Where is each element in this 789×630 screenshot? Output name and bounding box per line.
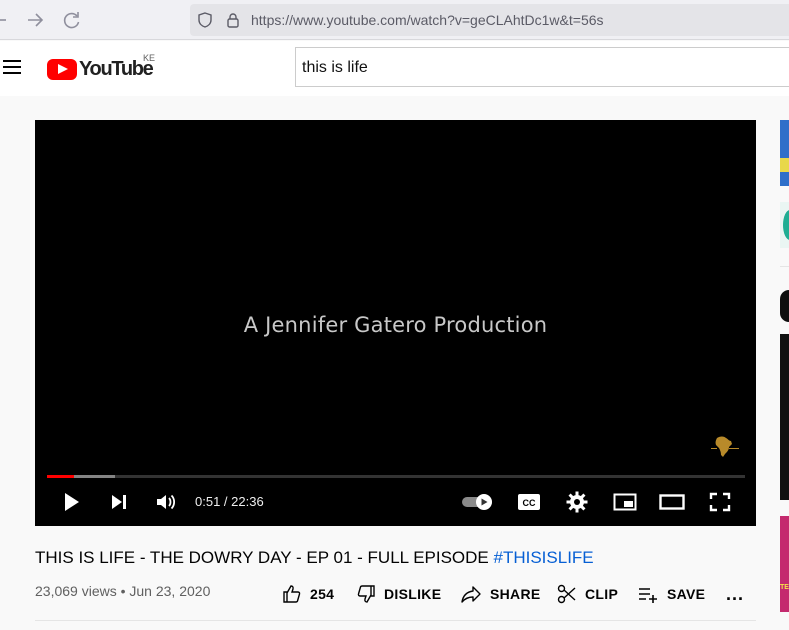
clip-label: CLIP xyxy=(585,586,619,602)
share-icon xyxy=(461,586,481,603)
hashtag-link[interactable]: #THISISLIFE xyxy=(494,548,594,567)
share-button[interactable]: SHARE xyxy=(460,582,541,606)
fullscreen-icon xyxy=(709,492,731,512)
reload-icon[interactable] xyxy=(60,8,84,32)
related-video-thumbnail[interactable] xyxy=(780,120,789,186)
played-bar xyxy=(47,475,74,478)
related-video-thumbnail[interactable]: TE xyxy=(780,516,789,612)
youtube-masthead: YouTube KE this is life xyxy=(0,41,789,96)
related-video-thumbnail[interactable] xyxy=(780,202,789,248)
video-player[interactable]: A Jennifer Gatero Production 0:51 / 22:3… xyxy=(35,120,756,526)
skip-next-icon xyxy=(112,495,126,509)
more-actions-button[interactable]: ... xyxy=(726,584,744,605)
forward-arrow-icon[interactable] xyxy=(24,8,48,32)
theater-mode-icon xyxy=(659,494,685,510)
gear-icon xyxy=(566,491,588,513)
thumbnail-text: TE xyxy=(780,584,789,591)
dislike-button[interactable]: DISLIKE xyxy=(356,582,441,606)
logo-wordmark: YouTube xyxy=(79,57,154,80)
playlist-add-icon xyxy=(639,588,657,603)
save-button[interactable]: SAVE xyxy=(637,582,705,606)
time-display: 0:51 / 22:36 xyxy=(195,494,264,509)
thumbs-down-icon xyxy=(357,585,375,603)
search-value[interactable]: this is life xyxy=(302,59,368,77)
cc-icon: CC xyxy=(518,494,540,510)
menu-icon[interactable] xyxy=(3,60,21,74)
lock-icon[interactable] xyxy=(225,12,241,33)
shield-icon[interactable] xyxy=(197,12,213,33)
svg-text:CC: CC xyxy=(523,498,536,508)
video-title: THIS IS LIFE - THE DOWRY DAY - EP 01 - F… xyxy=(35,548,594,568)
filter-chip[interactable] xyxy=(780,290,789,322)
play-icon xyxy=(65,493,79,511)
next-button[interactable] xyxy=(105,488,133,516)
progress-bar[interactable] xyxy=(47,475,745,478)
save-label: SAVE xyxy=(667,586,706,602)
sidebar-divider xyxy=(780,266,789,267)
address-bar[interactable]: https://www.youtube.com/watch?v=geCLAhtD… xyxy=(190,4,789,36)
volume-icon xyxy=(157,494,176,510)
related-video-thumbnail[interactable] xyxy=(780,334,789,500)
scissors-icon xyxy=(557,584,576,604)
miniplayer-button[interactable] xyxy=(609,488,641,516)
volume-button[interactable] xyxy=(151,488,181,516)
video-caption-text: A Jennifer Gatero Production xyxy=(243,313,548,337)
divider xyxy=(35,620,756,621)
fullscreen-button[interactable] xyxy=(705,488,735,516)
autoplay-toggle[interactable] xyxy=(458,488,498,516)
video-meta: 23,069 views • Jun 23, 2020 xyxy=(35,583,211,599)
youtube-logo[interactable]: YouTube KE xyxy=(47,53,155,81)
youtube-play-logo-icon xyxy=(47,58,77,80)
clip-button[interactable]: CLIP xyxy=(557,582,618,606)
like-count: 254 xyxy=(310,586,335,602)
miniplayer-icon xyxy=(613,493,637,511)
captions-button[interactable]: CC xyxy=(513,488,545,516)
channel-watermark-africa-icon[interactable] xyxy=(707,432,743,460)
dislike-label: DISLIKE xyxy=(384,586,442,602)
back-arrow-icon[interactable] xyxy=(0,8,16,32)
autoplay-toggle-icon xyxy=(462,494,492,510)
country-code: KE xyxy=(143,53,156,63)
like-button[interactable]: 254 xyxy=(282,582,334,606)
settings-button[interactable] xyxy=(563,488,591,516)
play-button[interactable] xyxy=(57,488,85,516)
thumbs-up-icon xyxy=(283,585,301,603)
search-input[interactable]: this is life xyxy=(295,47,789,87)
theater-mode-button[interactable] xyxy=(655,488,689,516)
url-text[interactable]: https://www.youtube.com/watch?v=geCLAhtD… xyxy=(251,12,604,28)
share-label: SHARE xyxy=(490,586,541,602)
video-title-text: THIS IS LIFE - THE DOWRY DAY - EP 01 - F… xyxy=(35,548,494,567)
browser-toolbar: https://www.youtube.com/watch?v=geCLAhtD… xyxy=(0,0,789,40)
